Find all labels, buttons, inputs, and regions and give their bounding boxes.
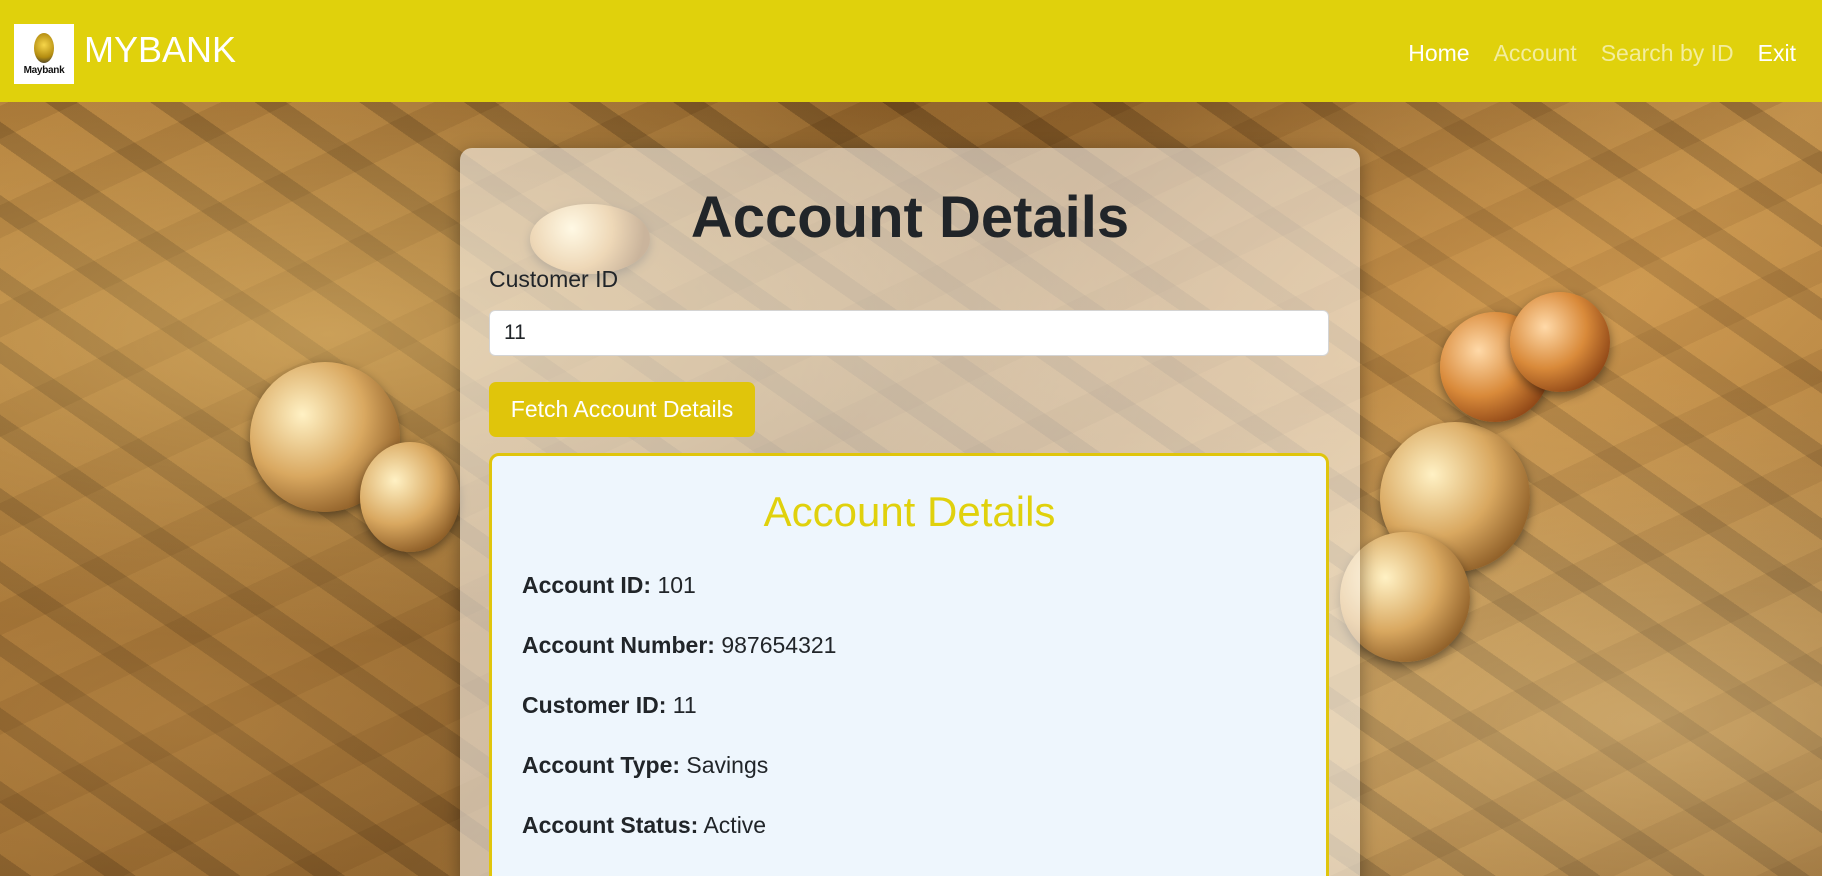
detail-label: Account Status: <box>522 812 699 838</box>
detail-value: Savings <box>686 752 769 778</box>
fetch-account-details-button[interactable]: Fetch Account Details <box>489 382 755 437</box>
customer-id-label: Customer ID <box>489 266 619 292</box>
nav-search-by-id[interactable]: Search by ID <box>1601 36 1734 70</box>
detail-row-customer-id: Customer ID: 11 <box>522 689 697 721</box>
detail-value: 11 <box>672 692 697 718</box>
nav-exit[interactable]: Exit <box>1758 36 1796 70</box>
maybank-logo[interactable]: Maybank <box>14 24 74 84</box>
coin-decoration <box>1510 292 1610 392</box>
detail-row-account-id: Account ID: 101 <box>522 569 696 601</box>
nav-links: Home Account Search by ID Exit <box>1408 36 1796 70</box>
navbar: Maybank MYBANK Home Account Search by ID… <box>0 0 1822 102</box>
brand-name[interactable]: MYBANK <box>84 28 236 72</box>
logo-text: Maybank <box>23 64 65 76</box>
detail-label: Customer ID: <box>522 692 667 718</box>
tiger-emblem-icon <box>34 32 54 63</box>
detail-row-account-type: Account Type: Savings <box>522 749 768 781</box>
detail-value: 987654321 <box>721 632 837 658</box>
detail-value: Active <box>703 812 767 838</box>
details-title: Account Details <box>763 488 1056 535</box>
detail-row-account-status: Account Status: Active <box>522 809 766 841</box>
nav-account[interactable]: Account <box>1494 36 1577 70</box>
detail-value: 101 <box>657 572 696 598</box>
detail-label: Account Type: <box>522 752 681 778</box>
page-title: Account Details <box>690 185 1130 250</box>
customer-id-input[interactable] <box>489 310 1329 356</box>
nav-home[interactable]: Home <box>1408 36 1469 70</box>
detail-row-account-number: Account Number: 987654321 <box>522 629 836 661</box>
detail-label: Account ID: <box>522 572 652 598</box>
detail-label: Account Number: <box>522 632 715 658</box>
page-edge <box>1822 0 1827 876</box>
